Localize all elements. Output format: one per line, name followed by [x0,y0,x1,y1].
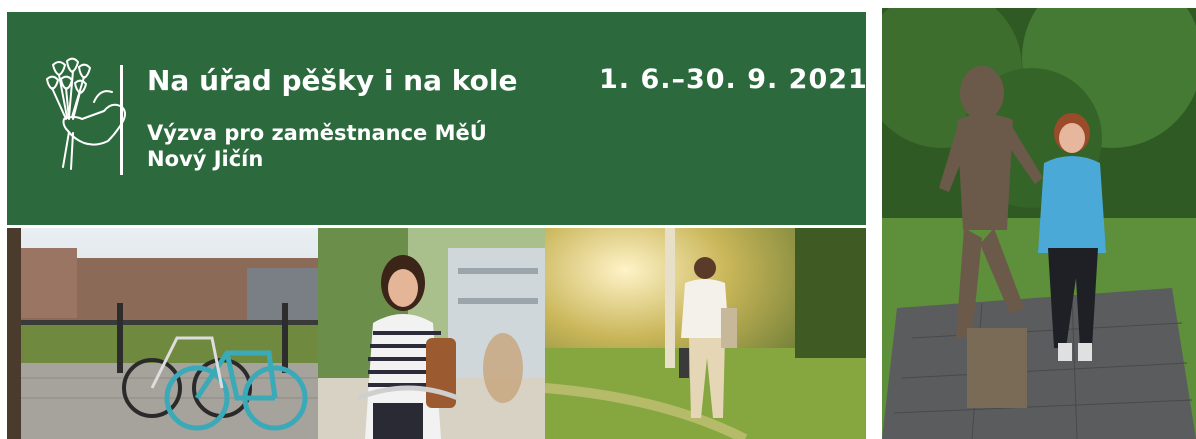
campaign-banner: Na úřad pěšky i na kole Výzva pro zaměst… [7,12,868,225]
banner-title: Na úřad pěšky i na kole [147,64,518,97]
bicycles-parked-photo [7,228,318,439]
bouquet-hand-icon [46,57,126,170]
banner-subtitle: Výzva pro zaměstnance MěÚ Nový Jičín [147,120,487,172]
woman-on-bicycle-photo [318,228,545,439]
banner-subtitle-line2: Nový Jičín [147,147,264,171]
banner-date-range: 1. 6.–30. 9. 2021 [599,64,868,95]
banner-subtitle-line1: Výzva pro zaměstnance MěÚ [147,121,487,145]
banner-divider [120,65,123,175]
woman-running-with-statue-photo [882,8,1196,439]
man-walking-park-photo [545,228,866,439]
